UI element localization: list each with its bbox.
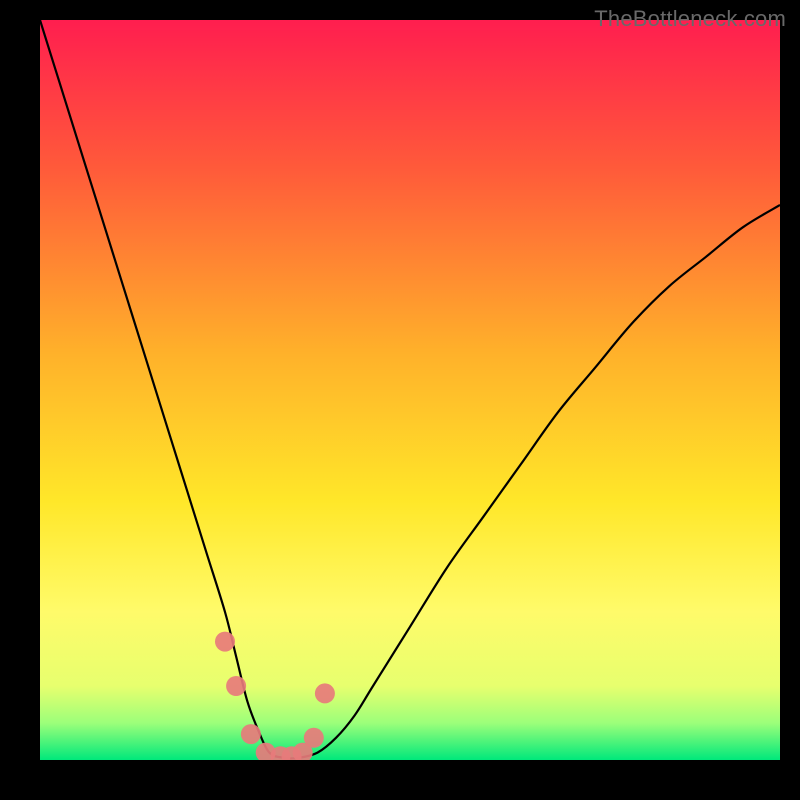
chart-frame: TheBottleneck.com xyxy=(0,0,800,800)
marker-dot xyxy=(315,683,335,703)
watermark-text: TheBottleneck.com xyxy=(594,6,786,32)
marker-dot xyxy=(241,724,261,744)
marker-dot xyxy=(304,728,324,748)
gradient-background xyxy=(40,20,780,760)
chart-svg xyxy=(40,20,780,760)
plot-area xyxy=(40,20,780,760)
marker-dot xyxy=(226,676,246,696)
marker-dot xyxy=(215,632,235,652)
